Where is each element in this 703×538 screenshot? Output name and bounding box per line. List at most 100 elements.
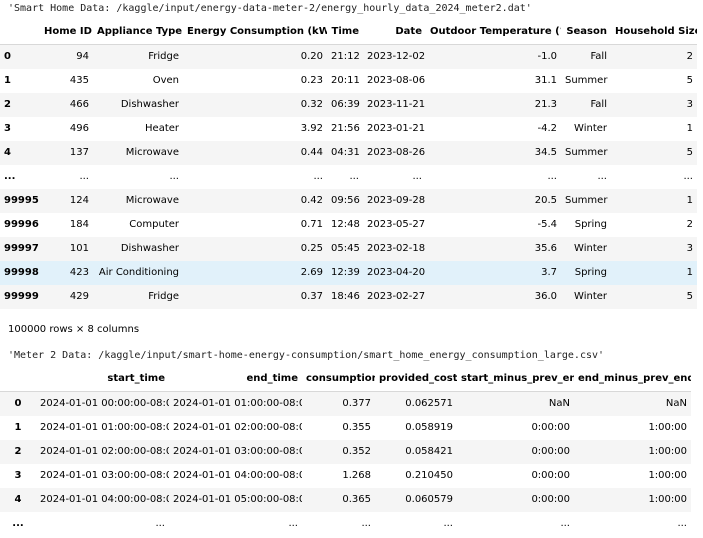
row-index: ...: [12, 518, 24, 529]
table-row: 2 466 Dishwasher 0.32 06:39 2023-11-21 21.3 Fal…: [0, 93, 697, 117]
table-cell: 0.37: [300, 291, 323, 302]
table-cell: 3.92: [300, 123, 323, 134]
table-cell: NaN: [548, 398, 570, 409]
row-index: 2: [14, 446, 22, 457]
table-cell: 1: [686, 123, 693, 134]
table-cell: 1:00:00: [648, 446, 687, 457]
dataframe-meter2: start_time end_time consumption provided_co…: [0, 367, 691, 536]
column-header: Date: [395, 26, 422, 37]
table-cell: 2023-01-21: [367, 123, 426, 134]
table-row: 3 496 Heater 3.92 21:56 2023-01-21 -4.2 Winter 1: [0, 117, 697, 141]
table-cell: Winter: [574, 243, 607, 254]
column-header: Season: [566, 26, 607, 37]
column-header: Appliance Type: [97, 26, 183, 37]
table-row: .....................: [0, 512, 691, 536]
table-cell: Heater: [145, 123, 179, 134]
table-cell: 2023-04-20: [367, 267, 426, 278]
table-cell: 2023-08-06: [367, 75, 426, 86]
table-cell: NaN: [665, 398, 687, 409]
table-cell: 0.32: [300, 99, 323, 110]
table-cell: 20:11: [331, 75, 360, 86]
table-cell: ...: [683, 171, 693, 182]
table-cell: 0.058421: [405, 446, 453, 457]
table-cell: 05:45: [331, 243, 360, 254]
table-header-row: Home ID Appliance Type Energy Consumption …: [0, 20, 697, 45]
table-cell: 0.352: [342, 446, 371, 457]
table-cell: 2: [686, 219, 693, 230]
table-cell: ...: [349, 171, 359, 182]
table-cell: 1: [686, 267, 693, 278]
table-row: ...........................: [0, 165, 697, 189]
table-row: 0 2024-01-01 00:00:00-08:00 2024-01-01 01:…: [0, 391, 691, 416]
table-cell: 3: [686, 243, 693, 254]
table-cell: 2.69: [300, 267, 323, 278]
table-cell: 0.210450: [405, 470, 453, 481]
table-cell: 31.1: [534, 75, 557, 86]
table-cell: ...: [560, 518, 570, 529]
table-cell: 496: [69, 123, 89, 134]
table-cell: 3.7: [541, 267, 557, 278]
table-cell: 423: [69, 267, 89, 278]
table-cell: 184: [69, 219, 89, 230]
table-cell: 101: [69, 243, 89, 254]
dataframe-smart-home: Home ID Appliance Type Energy Consumption …: [0, 20, 697, 309]
table-cell: 0:00:00: [531, 494, 570, 505]
table-cell: 137: [69, 147, 89, 158]
table-cell: Fall: [590, 51, 607, 62]
table-cell: ...: [313, 171, 323, 182]
table-cell: Microwave: [125, 147, 179, 158]
column-header: provided_cost: [379, 373, 457, 384]
table-cell: 0:00:00: [531, 446, 570, 457]
table-cell: 12:39: [331, 267, 360, 278]
table-cell: 21.3: [534, 99, 557, 110]
column-header: Time: [331, 26, 359, 37]
table-row: 3 2024-01-01 03:00:00-08:00 2024-01-01 04:…: [0, 464, 691, 488]
table-cell: -5.4: [537, 219, 557, 230]
row-index: 1: [14, 422, 22, 433]
table-cell: Summer: [565, 195, 608, 206]
table-cell: 2: [686, 51, 693, 62]
row-index: 4: [4, 147, 11, 158]
table-cell: 0.23: [300, 75, 323, 86]
table-cell: 1: [686, 195, 693, 206]
table-cell: 2024-01-01 01:00:00-08:00: [173, 398, 302, 409]
table-cell: Fridge: [148, 51, 179, 62]
index-header: [0, 367, 36, 392]
column-header: end_time: [246, 373, 298, 384]
table-cell: 1:00:00: [648, 494, 687, 505]
dataframe-shape-text: 100000 rows × 8 columns: [8, 324, 140, 335]
table-cell: -4.2: [537, 123, 557, 134]
row-index: 3: [4, 123, 11, 134]
table-cell: 94: [76, 51, 89, 62]
table-cell: 34.5: [534, 147, 557, 158]
table-cell: ...: [412, 171, 422, 182]
table-cell: Spring: [574, 219, 607, 230]
table-cell: 0.365: [342, 494, 371, 505]
table-cell: 0:00:00: [531, 422, 570, 433]
table-cell: 5: [686, 147, 693, 158]
table-cell: 12:48: [331, 219, 360, 230]
table-cell: Fridge: [148, 291, 179, 302]
table-row: 99998 423 Air Conditioning 2.69 12:39 2023-04…: [0, 261, 697, 285]
table-cell: 21:12: [331, 51, 360, 62]
table-cell: Winter: [574, 123, 607, 134]
table-cell: 0.44: [300, 147, 323, 158]
column-header: start_time: [107, 373, 165, 384]
table-row: 2 2024-01-01 02:00:00-08:00 2024-01-01 03:…: [0, 440, 691, 464]
table-cell: 0.355: [342, 422, 371, 433]
column-header: start_minus_prev_end: [461, 373, 574, 384]
table-cell: ...: [79, 171, 89, 182]
table-cell: 0.20: [300, 51, 323, 62]
table-cell: 435: [69, 75, 89, 86]
row-index: 99995: [4, 195, 39, 206]
column-header: Household Size: [615, 26, 697, 37]
table-cell: 0.42: [300, 195, 323, 206]
row-index: 0: [4, 51, 11, 62]
table-cell: 2023-05-27: [367, 219, 426, 230]
table-cell: 2023-11-21: [367, 99, 426, 110]
table-cell: -1.0: [537, 51, 557, 62]
row-index: 1: [4, 75, 11, 86]
table-cell: 0:00:00: [531, 470, 570, 481]
table-cell: ...: [547, 171, 557, 182]
table-cell: Oven: [152, 75, 179, 86]
